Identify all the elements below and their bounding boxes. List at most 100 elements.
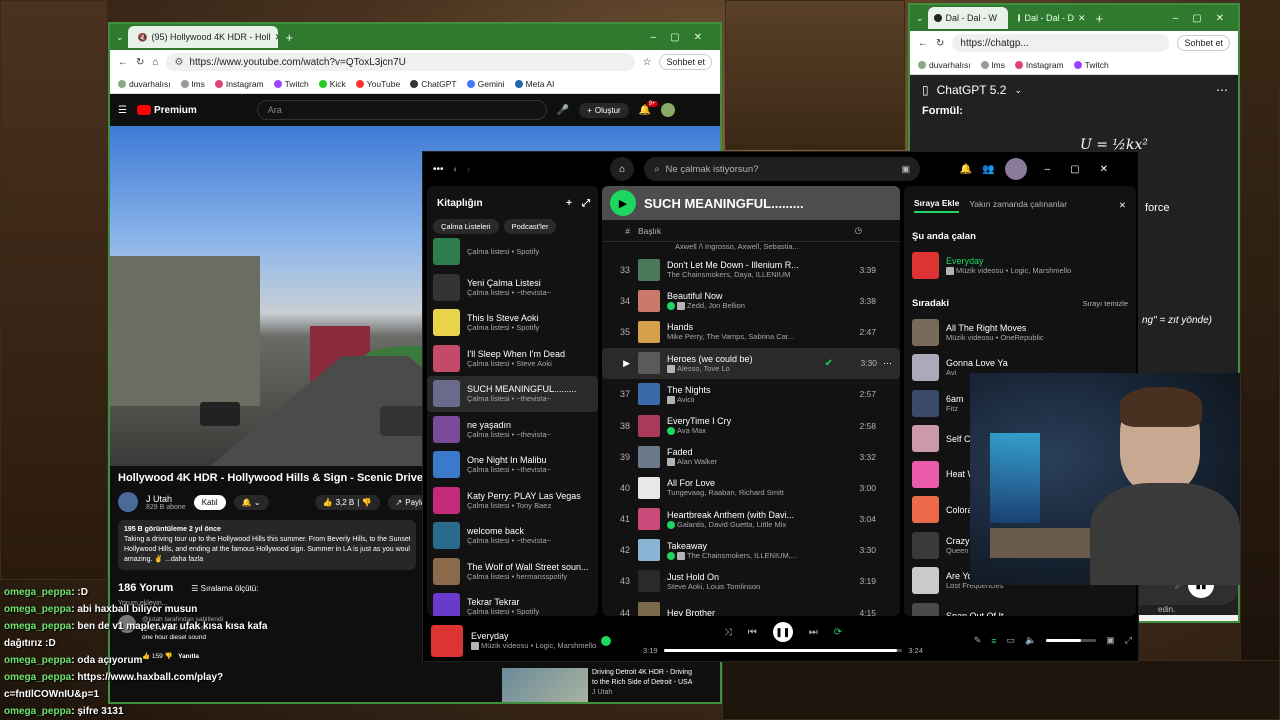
track-artist[interactable]: Mike Perry, The Vamps, Sabrina Car... bbox=[667, 332, 794, 341]
track-row[interactable]: 43 Just Hold On Steve Aoki, Louis Tomlinso… bbox=[602, 566, 900, 597]
tab-chatgpt-2[interactable]: Dal - Dal - D ✕ bbox=[1012, 7, 1092, 29]
filter-chip[interactable]: Çalma Listeleri bbox=[433, 219, 499, 234]
home-icon[interactable]: ⌂ bbox=[610, 157, 635, 181]
track-row[interactable]: ▶ Heroes (we could be) Alesso, Tove Lo ✔ 3:3… bbox=[602, 347, 900, 379]
more-options-icon[interactable]: ⋯ bbox=[1216, 83, 1228, 97]
close-tab-icon[interactable]: ✕ bbox=[275, 32, 278, 43]
bookmark-item[interactable]: Twitch bbox=[273, 79, 309, 89]
window-controls[interactable]: –▢✕ bbox=[1045, 164, 1128, 175]
browse-icon[interactable]: ▣ bbox=[901, 164, 910, 175]
home-icon[interactable]: ⌂ bbox=[152, 57, 158, 68]
library-item[interactable]: Çalma listesi • Spotify bbox=[427, 234, 598, 270]
track-artist[interactable]: The Chainsmokers, Daya, ILLENIUM bbox=[667, 270, 790, 279]
close-queue-icon[interactable]: ✕ bbox=[1119, 200, 1126, 211]
notifications-icon[interactable]: 🔔 bbox=[960, 164, 972, 175]
window-controls[interactable]: –▢✕ bbox=[651, 32, 720, 43]
library-item[interactable]: SUCH MEANINGFUL......... Çalma listesi • … bbox=[427, 376, 598, 412]
track-artist[interactable]: Alesso, Tove Lo bbox=[677, 364, 730, 373]
track-title[interactable]: Hands bbox=[667, 322, 836, 332]
bookmark-item[interactable]: duvarhalısı bbox=[918, 60, 971, 70]
forward-icon[interactable]: › bbox=[467, 164, 470, 175]
address-bar[interactable]: https://chatgp... bbox=[952, 34, 1170, 52]
expand-icon[interactable]: ⤢ bbox=[582, 198, 590, 209]
track-artist[interactable]: Tungevaag, Raaban, Richard Smitt bbox=[667, 488, 784, 497]
bookmark-item[interactable]: YouTube bbox=[355, 79, 400, 89]
devices-icon[interactable]: ▭ bbox=[1007, 635, 1016, 646]
track-title[interactable]: Beautiful Now bbox=[667, 291, 836, 301]
track-title[interactable]: EveryTime I Cry bbox=[667, 416, 836, 426]
star-icon[interactable]: ☆ bbox=[643, 57, 652, 68]
join-button[interactable]: Katıl bbox=[193, 494, 226, 510]
library-item[interactable]: The Wolf of Wall Street soun... Çalma lis… bbox=[427, 554, 598, 590]
clear-queue-button[interactable]: Sırayı temizle bbox=[1083, 299, 1128, 308]
tab-recently-played[interactable]: Yakın zamanda çalınanlar bbox=[969, 199, 1067, 212]
recommended-thumbnail[interactable] bbox=[502, 668, 588, 702]
saved-check-icon[interactable] bbox=[601, 635, 611, 646]
now-playing-art[interactable] bbox=[431, 624, 463, 657]
library-item[interactable]: I'll Sleep When I'm Dead Çalma listesi • … bbox=[427, 341, 598, 377]
channel-name[interactable]: J Utah bbox=[146, 494, 186, 504]
track-title[interactable]: Takeaway bbox=[667, 541, 836, 551]
track-artist[interactable]: Avicii bbox=[677, 395, 694, 404]
tab-list-icon[interactable]: ⌄ bbox=[116, 32, 124, 43]
recommended-video[interactable]: Driving Detroit 4K HDR - Driving to the … bbox=[592, 668, 712, 698]
queue-item[interactable]: Snap Out Of It bbox=[904, 599, 1136, 616]
volume-slider[interactable] bbox=[1046, 639, 1097, 642]
tab-list-icon[interactable]: ⌄ bbox=[916, 13, 924, 24]
track-row[interactable]: 40 All For Love Tungevaag, Raaban, Richard… bbox=[602, 472, 900, 503]
pause-button[interactable]: ❚❚ bbox=[772, 622, 793, 642]
new-tab-icon[interactable]: + bbox=[286, 30, 294, 45]
fullscreen-icon[interactable]: ⤢ bbox=[1125, 635, 1132, 646]
library-item[interactable]: Katy Perry: PLAY Las Vegas Çalma listesi … bbox=[427, 483, 598, 519]
track-title[interactable]: Don't Let Me Down - Illenium R... bbox=[667, 260, 836, 270]
track-artist[interactable]: Ava Max bbox=[677, 426, 706, 435]
back-icon[interactable]: ← bbox=[118, 57, 128, 68]
sohbet-button[interactable]: Sohbet et bbox=[659, 54, 712, 70]
mic-icon[interactable]: 🎤 bbox=[557, 105, 569, 116]
track-artist[interactable]: The Chainsmokers, ILLENIUM,... bbox=[687, 551, 797, 560]
bookmark-item[interactable]: Kick bbox=[318, 79, 346, 89]
repeat-icon[interactable]: ⟳ bbox=[834, 627, 842, 638]
mini-player-icon[interactable]: ▣ bbox=[1106, 635, 1115, 646]
bookmark-item[interactable]: Meta AI bbox=[514, 79, 554, 89]
track-row[interactable]: 34 Beautiful Now Zedd, Jon Bellion 3:38 bbox=[602, 285, 900, 316]
tab-youtube[interactable]: 🔇 (95) Hollywood 4K HDR - Holl ✕ bbox=[127, 26, 278, 48]
progress-bar[interactable] bbox=[663, 649, 903, 652]
bookmark-item[interactable]: ChatGPT bbox=[410, 79, 457, 89]
sohbet-button[interactable]: Sohbet et bbox=[1177, 35, 1230, 51]
track-row[interactable]: 33 Don't Let Me Down - Illenium R... The C… bbox=[602, 254, 900, 285]
track-artist[interactable]: Alan Walker bbox=[677, 457, 717, 466]
tab-queue[interactable]: Sıraya Ekle bbox=[914, 198, 960, 213]
bookmark-item[interactable]: lms bbox=[980, 60, 1005, 70]
track-row[interactable]: 44 Hey Brother 4:15 bbox=[602, 597, 900, 616]
sidebar-toggle-icon[interactable]: ▯ bbox=[922, 83, 929, 97]
track-title[interactable]: Just Hold On bbox=[667, 572, 836, 582]
shuffle-icon[interactable]: ⤨ bbox=[724, 627, 732, 638]
title-column-header[interactable]: Başlık bbox=[638, 226, 661, 236]
create-button[interactable]: + Oluştur bbox=[579, 102, 629, 118]
friends-icon[interactable]: 👥 bbox=[982, 164, 994, 175]
track-title[interactable]: Hey Brother bbox=[667, 608, 836, 616]
now-playing-item[interactable]: Everyday Müzik videosu • Logic, Marshmel… bbox=[904, 248, 1136, 284]
bookmark-item[interactable]: Twitch bbox=[1073, 60, 1109, 70]
bookmark-item[interactable]: Instagram bbox=[1014, 60, 1064, 70]
avatar[interactable] bbox=[1004, 158, 1027, 180]
queue-icon[interactable]: ≡ bbox=[991, 636, 996, 646]
window-controls[interactable]: –▢✕ bbox=[1173, 13, 1238, 24]
track-row[interactable]: 39 Faded Alan Walker 3:32 bbox=[602, 441, 900, 472]
track-row[interactable]: 37 The Nights Avicii 2:57 bbox=[602, 379, 900, 410]
library-item[interactable]: ne yaşadın Çalma listesi • ~thevista~ bbox=[427, 412, 598, 448]
filter-chip[interactable]: Podcast'ler bbox=[503, 219, 557, 234]
previous-icon[interactable]: ⏮ bbox=[748, 627, 757, 638]
youtube-logo[interactable]: Premium bbox=[136, 105, 197, 116]
notification-bell-button[interactable]: 🔔 ⌄ bbox=[233, 494, 269, 510]
track-row[interactable]: 38 EveryTime I Cry Ava Max 2:58 bbox=[602, 410, 900, 441]
like-button[interactable]: 👍 3,2 B | 👎 bbox=[314, 494, 380, 510]
track-artist[interactable]: Galantis, David Guetta, Little Mix bbox=[677, 520, 786, 529]
more-menu-icon[interactable]: ••• bbox=[433, 164, 444, 175]
site-info-icon[interactable]: ⚙ bbox=[174, 57, 183, 68]
player-track-title[interactable]: Everyday bbox=[471, 631, 601, 641]
library-item[interactable]: welcome back Çalma listesi • ~thevista~ bbox=[427, 518, 598, 554]
address-bar[interactable]: ⚙ https://www.youtube.com/watch?v=QToxL3j… bbox=[166, 53, 635, 71]
next-icon[interactable]: ⏭ bbox=[809, 627, 818, 638]
